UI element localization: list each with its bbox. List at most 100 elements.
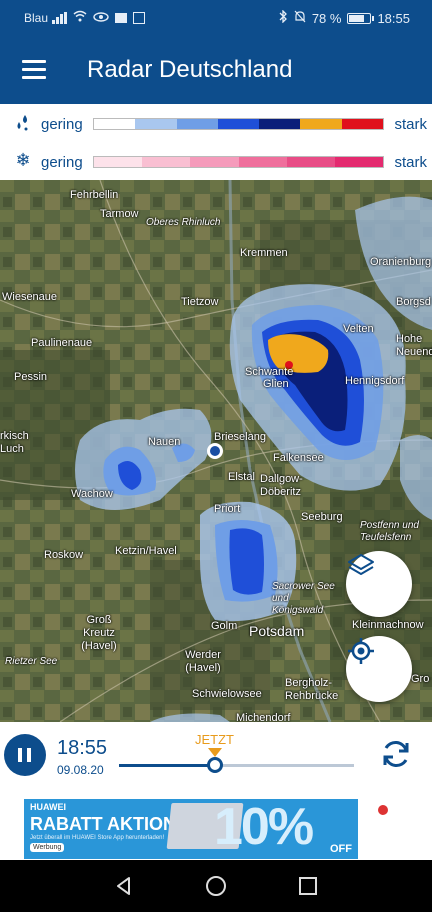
ad-tag: Werbung	[30, 843, 65, 852]
place-label: Ketzin/Havel	[115, 545, 177, 557]
snow-scale-swatch	[94, 157, 143, 167]
now-label: JETZT	[195, 732, 234, 747]
rain-scale-swatch	[176, 119, 218, 129]
place-label: Fehrbellin	[70, 189, 119, 201]
notification-app-icon	[115, 12, 127, 23]
rain-scale-swatch	[341, 119, 383, 129]
locate-me-button[interactable]	[346, 636, 412, 702]
place-label: Potsdam	[249, 623, 305, 639]
signal-icon	[52, 11, 67, 24]
layers-button[interactable]	[346, 551, 412, 617]
pause-icon	[18, 748, 22, 762]
frame-time: 18:55	[57, 737, 108, 759]
crosshair-location-icon	[348, 638, 374, 664]
refresh-icon	[383, 741, 409, 767]
rain-legend-row: gering stark	[0, 108, 432, 138]
frame-date: 09.08.20	[57, 763, 104, 777]
place-label: rkisch Luch	[0, 430, 29, 455]
place-label: Dallgow-Döberitz	[260, 473, 303, 498]
place-label: Schwielowsee	[192, 688, 262, 700]
place-label: Werder (Havel)	[185, 649, 221, 674]
place-label: Wachow	[71, 488, 113, 500]
snow-scale-swatch	[286, 157, 335, 167]
rain-scale-swatch	[217, 119, 260, 129]
now-marker-icon	[208, 748, 222, 757]
place-label: Golm	[211, 620, 238, 632]
snow-low-label: gering	[41, 154, 83, 171]
timeline-slider[interactable]	[119, 764, 354, 767]
precipitation-legend: gering stark ❄ gering stark	[0, 104, 432, 180]
ad-badge	[358, 799, 408, 859]
app-bar: Radar Deutschland	[0, 36, 432, 104]
rain-scale-swatch	[135, 119, 177, 129]
back-triangle-icon[interactable]	[112, 874, 136, 898]
snow-intensity-scale	[93, 156, 384, 168]
place-label: Hennigsdorf	[345, 375, 405, 387]
refresh-button[interactable]	[378, 736, 414, 772]
radar-map[interactable]: Fehrbellin Tarmow Oberes Rhinluch Kremme…	[0, 180, 432, 722]
hamburger-menu-icon[interactable]	[22, 60, 46, 80]
place-label: Roskow	[44, 549, 84, 561]
place-label: Postfenn und Teufelsfenn	[360, 520, 419, 543]
place-label: Wiesenaue	[2, 291, 58, 303]
place-label: Michendorf	[236, 712, 291, 722]
place-label: Glien	[263, 378, 289, 390]
current-location-marker	[207, 443, 223, 459]
place-label: Seeburg	[301, 511, 343, 523]
ad-headline: RABATT AKTION	[30, 814, 176, 834]
wifi-icon	[73, 10, 87, 25]
snow-legend-row: ❄ gering stark	[0, 146, 432, 176]
status-time: 18:55	[377, 10, 410, 26]
ad-area: HUAWEI RABATT AKTION Jetzt überall im HU…	[0, 788, 432, 860]
place-label: Paulinenaue	[31, 337, 93, 349]
rain-scale-swatch	[300, 119, 342, 129]
place-label: Tietzow	[181, 296, 219, 308]
system-nav-bar	[0, 860, 432, 912]
ad-brand: HUAWEI	[30, 802, 66, 812]
rain-scale-swatch	[94, 119, 136, 129]
raindrops-icon	[12, 112, 34, 134]
place-label: Hohe Neuend	[396, 333, 432, 358]
timeline-thumb[interactable]	[207, 757, 224, 773]
place-label: Tarmow	[100, 208, 139, 220]
layers-icon	[348, 554, 374, 575]
snow-scale-swatch	[190, 157, 239, 167]
battery-icon	[347, 12, 375, 24]
pause-button[interactable]	[4, 734, 46, 776]
place-label: Kremmen	[240, 247, 288, 259]
place-label: Sacrower See und Königswald	[272, 581, 335, 616]
place-label: Oberes Rhinluch	[146, 217, 221, 228]
timeline-controls: 18:55 09.08.20 JETZT	[0, 722, 432, 788]
status-icons-left	[52, 10, 145, 25]
timeline-progress	[119, 764, 216, 767]
place-label: Elstal	[228, 471, 255, 483]
snowflake-icon: ❄	[15, 150, 31, 170]
ad-off: OFF	[330, 843, 352, 855]
page-title: Radar Deutschland	[87, 56, 293, 83]
status-icons-right: 78 % 18:55	[279, 9, 410, 26]
place-label: Groß Kreutz (Havel)	[81, 614, 117, 652]
home-circle-icon[interactable]	[204, 874, 228, 898]
sim-icon	[133, 11, 145, 24]
place-label: Falkensee	[273, 452, 324, 464]
rain-scale-swatch	[259, 119, 301, 129]
place-label: Kleinmachnow	[352, 619, 424, 631]
recents-square-icon[interactable]	[296, 874, 320, 898]
place-label: Nauen	[148, 436, 181, 448]
carrier-name: Blau	[24, 11, 49, 25]
status-bar: Blau 78 % 18:55	[0, 0, 432, 36]
rain-high-label: stark	[394, 116, 427, 133]
place-label: Velten	[343, 323, 374, 335]
place-label: Pessin	[14, 371, 48, 383]
snow-scale-swatch	[142, 157, 191, 167]
snow-high-label: stark	[394, 154, 427, 171]
eye-icon	[93, 11, 109, 25]
mute-bell-icon	[294, 10, 306, 26]
battery-percent: 78 %	[311, 10, 342, 26]
rain-low-label: gering	[41, 116, 83, 133]
place-label: Borgsd	[396, 296, 431, 308]
snow-scale-swatch	[334, 157, 384, 167]
bluetooth-icon	[279, 9, 288, 26]
place-label: Oranienburg	[370, 256, 432, 268]
ad-banner[interactable]: HUAWEI RABATT AKTION Jetzt überall im HU…	[24, 799, 408, 859]
